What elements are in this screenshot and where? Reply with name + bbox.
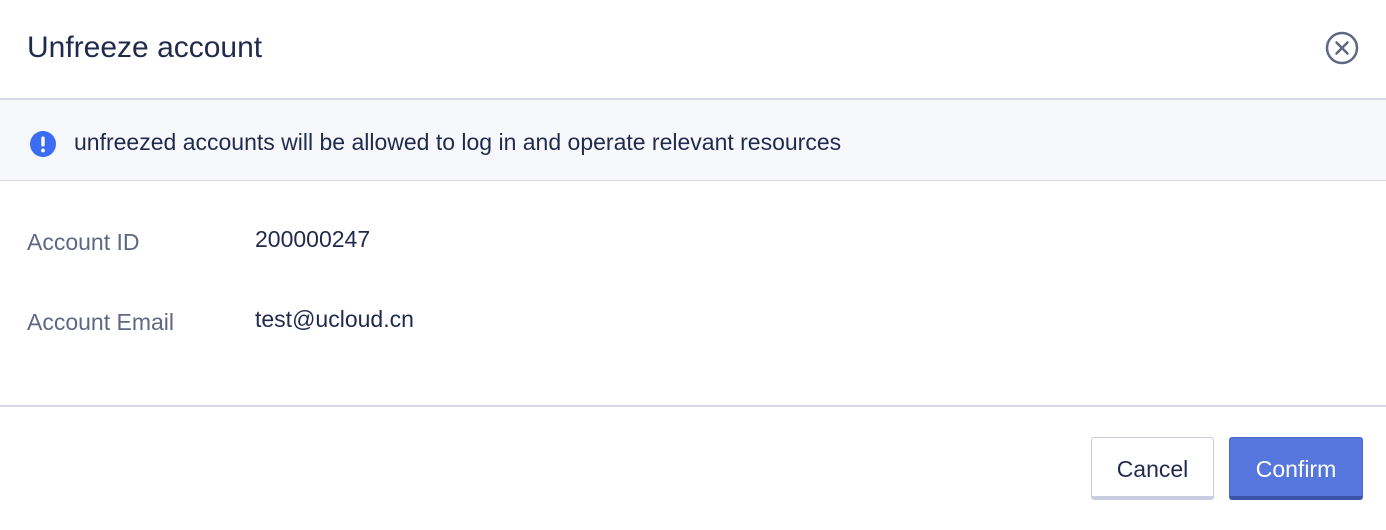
footer-divider (0, 405, 1386, 407)
account-id-label: Account ID (27, 229, 140, 255)
close-icon[interactable] (1325, 31, 1359, 65)
dialog-header: Unfreeze account (0, 0, 1386, 100)
unfreeze-account-dialog: Unfreeze account unfreezed accounts will… (0, 0, 1386, 530)
dialog-title: Unfreeze account (27, 31, 263, 64)
cancel-button[interactable]: Cancel (1091, 437, 1214, 500)
account-email-label: Account Email (27, 309, 175, 335)
account-email-value: test@ucloud.cn (255, 306, 414, 332)
info-exclamation-icon (30, 131, 56, 157)
notice-text: unfreezed accounts will be allowed to lo… (74, 129, 842, 155)
info-notice-banner: unfreezed accounts will be allowed to lo… (0, 100, 1386, 181)
confirm-button[interactable]: Confirm (1229, 437, 1363, 500)
account-id-value: 200000247 (255, 226, 371, 252)
